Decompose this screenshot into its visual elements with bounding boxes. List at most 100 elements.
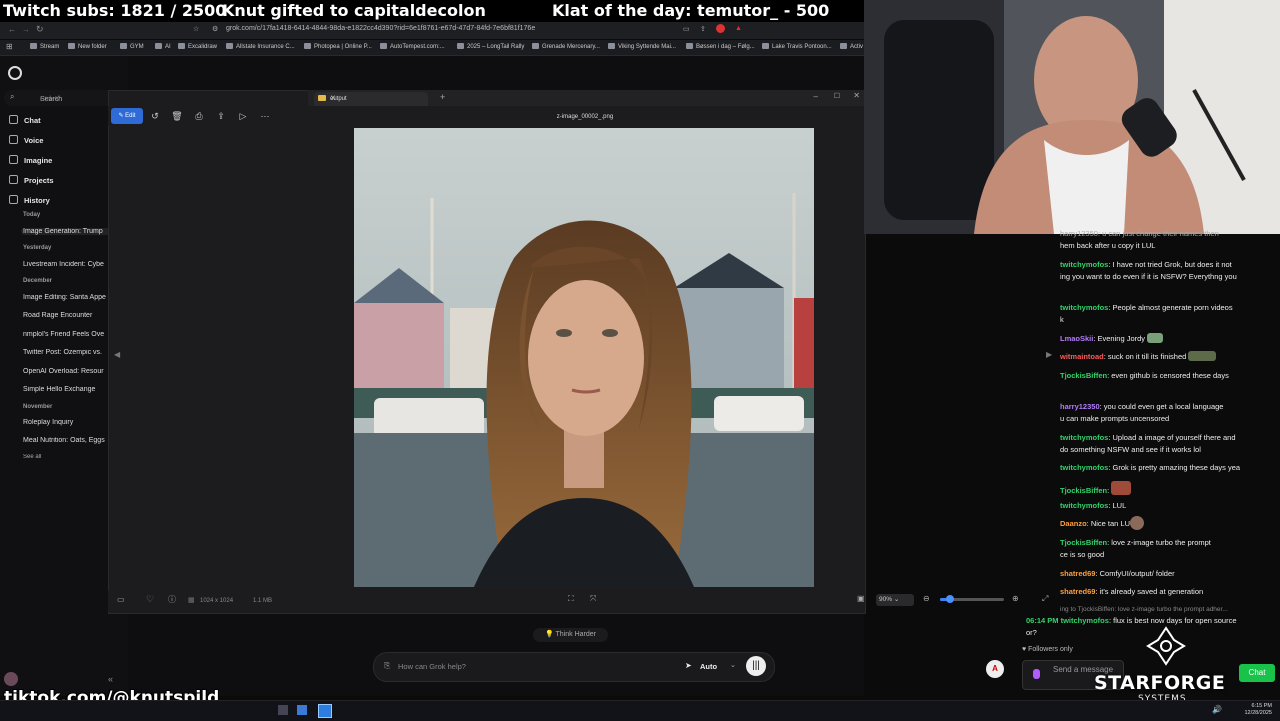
slideshow-icon[interactable]: ▷ [236, 109, 250, 123]
install-icon[interactable]: ▭ [683, 25, 690, 33]
print-icon[interactable]: ⎙ [192, 109, 206, 123]
zoom-in-icon[interactable]: ⊕ [1012, 594, 1019, 603]
bulb-icon: 💡 [544, 631, 554, 638]
section-december: December [23, 278, 53, 284]
history-item[interactable]: Image Generation: Trump [21, 228, 110, 235]
fullscreen-icon[interactable]: ⤢ [1042, 594, 1048, 604]
bookmark-item[interactable]: Allstate Insurance C... [226, 43, 295, 50]
nav-chat[interactable]: Chat [9, 115, 41, 125]
minimize-icon[interactable]: – [814, 92, 818, 101]
bookmark-item[interactable]: Photopea | Online P... [304, 43, 372, 50]
nav-imagine[interactable]: Imagine [9, 155, 52, 165]
image-dimensions: 1024 x 1024 [200, 598, 234, 604]
attach-icon[interactable]: ⎘ [384, 661, 390, 671]
nav-projects[interactable]: Projects [9, 175, 54, 185]
chat-message: shatred69: it's already saved at generat… [1060, 587, 1204, 596]
taskbar-app-icon[interactable] [297, 705, 307, 715]
waveform-icon: ||| [752, 660, 760, 671]
reload-icon[interactable]: ↻ [36, 24, 44, 35]
zoom-out-icon[interactable]: ⊖ [923, 594, 930, 603]
new-tab-icon[interactable]: + [440, 92, 445, 102]
history-item[interactable]: Twitter Post: Ozempic vs. [23, 349, 108, 356]
maximize-icon[interactable]: ☐ [834, 92, 840, 100]
bookmark-item[interactable]: 2025 – LongTail Rally [457, 43, 524, 50]
history-item[interactable]: Image Editing: Santa Appe [23, 294, 108, 301]
ocr-icon[interactable]: ▣ [857, 594, 865, 603]
section-yesterday: Yesterday [23, 245, 52, 251]
share-icon[interactable]: ⇪ [700, 25, 706, 33]
bookmark-item[interactable]: AutoTempest.com:... [380, 43, 445, 50]
edit-button[interactable]: ✎ Edit [111, 108, 143, 124]
history-item[interactable]: Livestream Incident: Cybe [23, 261, 108, 268]
history-item[interactable]: Roleplay Inquiry [23, 419, 108, 426]
alert-extension-icon[interactable]: ▲ [735, 25, 742, 32]
forward-icon[interactable]: → [22, 25, 30, 34]
folder-icon [318, 95, 326, 101]
bookmark-item[interactable]: Viking Syttende Mai... [608, 43, 676, 50]
taskbar-app-icon[interactable] [278, 705, 288, 715]
bits-icon[interactable] [1033, 669, 1040, 679]
filmstrip-icon[interactable]: ▭ [117, 595, 125, 604]
history-item[interactable]: Simple Hello Exchange [23, 386, 108, 393]
zoom-slider-knob[interactable] [945, 595, 954, 603]
prev-image-icon[interactable]: ◀ [114, 350, 120, 359]
close-window-icon[interactable]: ✕ [853, 91, 860, 100]
history-item[interactable]: Road Rage Encounter [23, 312, 108, 319]
extension-icon[interactable] [716, 24, 725, 33]
bookmark-item[interactable]: New folder [68, 43, 107, 50]
heart-icon: ♥ [1022, 646, 1027, 653]
info-icon[interactable]: ⓘ [168, 594, 176, 605]
history-item[interactable]: OpenAI Overload: Resour [23, 368, 108, 375]
bookmark-item[interactable]: Activ [840, 43, 863, 50]
chevron-down-icon[interactable]: ⌄ [730, 661, 736, 669]
address-bar[interactable]: grok.com/c/17fa1418-6414-4844-98da-e1822… [226, 25, 535, 32]
bookmark-item[interactable]: Grenade Mercenary... [532, 43, 600, 50]
grok-chat-input[interactable]: ⎘ How can Grok help? ➤ Auto ⌄ [373, 652, 775, 682]
more-icon[interactable]: ⋯ [258, 109, 272, 123]
bookmark-item[interactable]: Stream [30, 43, 59, 50]
chat-send-button[interactable]: Chat [1239, 664, 1275, 682]
history-item[interactable]: Meal Nutrition: Oats, Eggs [23, 437, 108, 444]
photos-app-icon[interactable] [318, 704, 332, 718]
viewer-tab[interactable]: output ✕ [314, 92, 428, 106]
share-icon[interactable]: ⇪ [214, 109, 228, 123]
think-harder-button[interactable]: 💡 Think Harder [533, 628, 608, 642]
site-info-icon[interactable]: ⚙ [212, 25, 218, 33]
history-item[interactable]: nmplol's Friend Feels Ove [23, 331, 108, 338]
back-icon[interactable]: ← [8, 25, 16, 34]
search-input[interactable]: ⌕ Search Ctrl+K [4, 90, 116, 106]
bookmark-item[interactable]: Bøssen i dag – Følg... [686, 43, 755, 50]
voice-mode-button[interactable]: ||| [746, 656, 766, 676]
bookmark-star-icon[interactable]: ☆ [193, 25, 199, 33]
chat-message: witmaintoad: suck on it till its finishe… [1060, 351, 1276, 362]
nav-history[interactable]: History [9, 195, 50, 205]
delete-icon[interactable]: 🗑 [170, 109, 184, 123]
zoom-slider[interactable] [940, 595, 1004, 603]
taskbar-clock[interactable]: 6:15 PM 12/28/2025 [1244, 703, 1272, 717]
chat-message: hem back after u copy it LUL [1060, 241, 1156, 250]
grok-logo-icon[interactable] [8, 66, 22, 80]
chat-message: twitchymofos: People almost generate por… [1060, 303, 1233, 312]
apps-grid-icon[interactable]: ⊞ [6, 42, 13, 51]
file-size: 1.1 MB [253, 598, 273, 604]
favorite-icon[interactable]: ♡ [146, 594, 154, 605]
collapse-sidebar-icon[interactable]: « [108, 674, 113, 684]
next-image-icon[interactable]: ▶ [1046, 350, 1052, 359]
rotate-icon[interactable]: ↺ [148, 109, 162, 123]
fit-window-icon[interactable]: ⛶ [568, 594, 574, 604]
zoom-select[interactable]: 90% ⌄ [876, 594, 914, 606]
close-tab-icon[interactable]: ✕ [330, 94, 424, 102]
volume-icon[interactable]: 🔊 [1212, 705, 1222, 714]
actual-size-icon[interactable]: ⤧ [590, 594, 596, 604]
bookmark-item[interactable]: Excalidraw [178, 43, 217, 50]
bookmark-item[interactable]: GYM [120, 43, 144, 50]
bookmark-item[interactable]: Lake Travis Pontoon... [762, 43, 832, 50]
bookmark-item[interactable]: AI [155, 43, 171, 50]
avatar[interactable] [4, 672, 18, 686]
mode-selector[interactable]: Auto [700, 662, 717, 671]
nav-voice[interactable]: Voice [9, 135, 43, 145]
see-all-link[interactable]: See all [23, 454, 108, 460]
klat-of-day: Klat of the day: temutor_ - 500 [552, 1, 830, 20]
twitch-chat: harry12350: u can just change their name… [1058, 226, 1280, 666]
pdf-app-icon[interactable]: A [986, 660, 1004, 678]
